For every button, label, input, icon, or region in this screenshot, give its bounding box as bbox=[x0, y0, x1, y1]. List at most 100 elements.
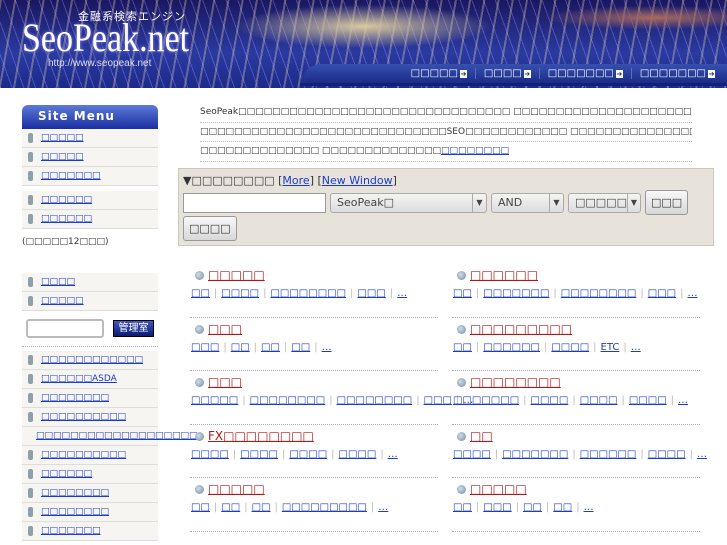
category-link[interactable]: □□□□□□□ bbox=[483, 288, 549, 299]
category-link[interactable]: … bbox=[322, 342, 332, 353]
category-link[interactable]: □□ bbox=[453, 288, 472, 299]
category-link[interactable]: ETC bbox=[601, 342, 620, 353]
search-button[interactable]: □□□ bbox=[645, 190, 689, 215]
separator: | bbox=[545, 502, 550, 514]
mode-select[interactable]: AND ▼ bbox=[491, 192, 564, 213]
category-link[interactable]: □□ bbox=[191, 288, 210, 299]
category-link[interactable]: □□ bbox=[453, 342, 472, 353]
category-link[interactable]: □□ bbox=[231, 342, 250, 353]
category-link[interactable]: □□□□□□□ bbox=[502, 449, 568, 460]
category-link[interactable]: □□ bbox=[261, 342, 280, 353]
search-input[interactable] bbox=[183, 192, 326, 213]
bullet-icon bbox=[195, 485, 204, 495]
category-link[interactable]: … bbox=[631, 342, 641, 353]
nav-item[interactable]: □□□□ ➜ bbox=[476, 68, 540, 79]
detail-search-button[interactable]: □□□□ bbox=[183, 216, 237, 241]
category-title[interactable]: □□□□□□□□ bbox=[470, 375, 561, 389]
category-title[interactable]: FX□□□□□□□□ bbox=[208, 429, 314, 443]
category-link[interactable]: □□□□ bbox=[191, 449, 229, 460]
sidebar-link[interactable]: □□□□□□□□□□ bbox=[41, 450, 126, 460]
sidebar-link[interactable]: □□□□□□□□□□ bbox=[41, 412, 126, 422]
category-link[interactable]: □□□□ bbox=[531, 395, 569, 406]
category-title[interactable]: □□ bbox=[470, 429, 493, 443]
category-title[interactable]: □□□□□□ bbox=[470, 268, 538, 282]
new-window-link[interactable]: New Window bbox=[322, 174, 393, 187]
separator: | bbox=[593, 341, 597, 353]
sidebar-link[interactable]: □□□□□□ bbox=[41, 469, 92, 479]
category-link[interactable]: … bbox=[678, 395, 688, 406]
category-link[interactable]: □□ bbox=[291, 342, 310, 353]
category-header: □□□□□ bbox=[195, 268, 438, 282]
category-link[interactable]: □□□□□□□□ bbox=[270, 288, 346, 299]
nav-item[interactable]: □□□□□□□ ➜ bbox=[632, 68, 723, 79]
logo[interactable]: SeoPeak.net bbox=[22, 14, 189, 61]
category-title[interactable]: □□□□□ bbox=[470, 482, 527, 496]
nav-item[interactable]: □□□□□ ➜ bbox=[403, 68, 476, 79]
category-link[interactable]: □□□ bbox=[357, 288, 385, 299]
category-link[interactable]: □□ bbox=[523, 502, 542, 513]
category-link[interactable]: □□□□□ bbox=[191, 395, 238, 406]
sidebar-link[interactable]: □□□□□□□□ bbox=[41, 507, 109, 517]
sidebar-link[interactable]: □□□□□□□ bbox=[41, 171, 101, 181]
sidebar-link[interactable]: □□□□□□□□ bbox=[41, 393, 109, 403]
category-link[interactable]: □□ bbox=[221, 502, 240, 513]
sidebar-link[interactable]: □□□□□□□□□□□□ bbox=[41, 355, 143, 365]
category-title[interactable]: □□□□□ bbox=[208, 268, 265, 282]
category-link[interactable]: □□□□□□ bbox=[483, 342, 540, 353]
intro-link[interactable]: □□□□□□□□ bbox=[441, 146, 509, 156]
category-title[interactable]: □□□□□□□□□ bbox=[470, 322, 572, 336]
category-link[interactable]: □□□□ bbox=[580, 395, 618, 406]
category-link[interactable]: … bbox=[584, 502, 594, 513]
sidebar-link[interactable]: □□□□□ bbox=[41, 296, 84, 306]
category-link[interactable]: □□ bbox=[553, 502, 572, 513]
category-link[interactable]: … bbox=[388, 449, 398, 460]
category-title[interactable]: □□□□□ bbox=[208, 482, 265, 496]
category-link[interactable]: … bbox=[397, 288, 407, 299]
target-select[interactable]: SeoPeak□ ▼ bbox=[330, 192, 487, 213]
category-link[interactable]: □□□□□□□ bbox=[453, 395, 519, 406]
category-link[interactable]: □□□□ bbox=[240, 449, 278, 460]
category-link[interactable]: □□ bbox=[453, 502, 472, 513]
sidebar-link[interactable]: □□□□□□ bbox=[41, 214, 92, 224]
separator: | bbox=[370, 502, 375, 514]
logo-url: http://www.seopeak.net bbox=[48, 58, 152, 69]
bullet-icon bbox=[457, 271, 466, 280]
sidebar-link[interactable]: □□□□□ bbox=[41, 152, 84, 162]
category-link[interactable]: … bbox=[697, 449, 707, 460]
sidebar-link[interactable]: □□□□□□ bbox=[41, 195, 92, 205]
category-link[interactable]: □□□□□□□□ bbox=[250, 395, 326, 406]
category-link[interactable]: □□□□ bbox=[289, 449, 327, 460]
category-link[interactable]: □□□□ bbox=[551, 342, 589, 353]
category-link[interactable]: □□□ bbox=[483, 502, 511, 513]
nav-item[interactable]: □□□□□□□ ➜ bbox=[540, 68, 632, 79]
admin-button[interactable]: 管理室 bbox=[113, 320, 154, 337]
category-title[interactable]: □□□ bbox=[208, 375, 242, 389]
category-link[interactable]: □□□ bbox=[191, 342, 219, 353]
category-link[interactable]: □□□□□□□□ bbox=[337, 395, 413, 406]
category-link[interactable]: □□□□□□□□ bbox=[561, 288, 637, 299]
category-title[interactable]: □□□ bbox=[208, 322, 242, 336]
category-link[interactable]: □□□ bbox=[648, 288, 676, 299]
category-link[interactable]: □□□□ bbox=[629, 395, 667, 406]
category-link[interactable]: □□□ bbox=[424, 395, 452, 406]
category-link[interactable]: □□□□ bbox=[648, 449, 686, 460]
sidebar-link[interactable]: □□□□ bbox=[41, 277, 75, 287]
sidebar-link[interactable]: □□□□□□□ bbox=[41, 526, 101, 536]
sidebar-link[interactable]: □□□□□□□□□□□□□□□□□□□ bbox=[36, 431, 198, 441]
more-link[interactable]: More bbox=[282, 174, 309, 187]
sidebar-link[interactable]: □□□□□□□□ bbox=[41, 488, 109, 498]
category-link[interactable]: □□□□□□ bbox=[580, 449, 637, 460]
category-link[interactable]: □□□□ bbox=[453, 449, 491, 460]
category-link[interactable]: □□ bbox=[252, 502, 271, 513]
sort-select[interactable]: □□□□□ ▼ bbox=[568, 192, 641, 213]
category-link[interactable]: … bbox=[378, 502, 388, 513]
sidebar-link[interactable]: □□□□□ bbox=[41, 133, 84, 143]
category-link[interactable]: … bbox=[688, 288, 698, 299]
sidebar-link[interactable]: □□□□□□ASDA bbox=[41, 374, 117, 384]
category-link[interactable]: □□□□ bbox=[339, 449, 377, 460]
admin-password-input[interactable] bbox=[26, 319, 104, 338]
category-header: □□□□□ bbox=[457, 482, 700, 496]
category-link[interactable]: □□□□ bbox=[221, 288, 259, 299]
category-link[interactable]: □□□□□□□□□ bbox=[282, 502, 367, 513]
category-link[interactable]: □□ bbox=[191, 502, 210, 513]
